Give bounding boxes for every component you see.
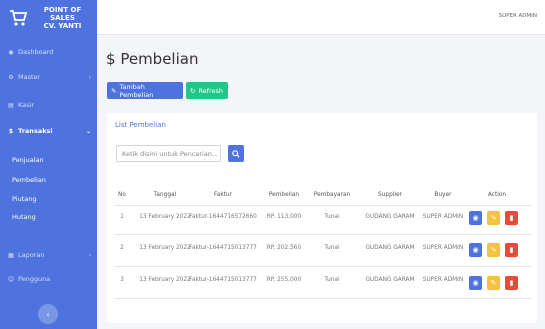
sidebar-subitem-hutang[interactable]: Hutang bbox=[12, 211, 36, 223]
col-header-no: No bbox=[118, 192, 126, 198]
col-header-pembayaran: Pembayaran bbox=[313, 192, 351, 198]
sidebar-item-dashboard[interactable]: ◉ Dashboard bbox=[0, 45, 97, 59]
col-header-action: Action bbox=[487, 192, 507, 198]
sidebar-item-master[interactable]: ⚙ Master › bbox=[0, 70, 97, 84]
cart-icon bbox=[10, 10, 28, 26]
pembelian-list-card: List Pembelian Ketik disini untuk Pencar… bbox=[107, 113, 537, 323]
edit-button[interactable]: ✎ bbox=[487, 276, 500, 290]
sidebar-item-kasir[interactable]: ▤ Kasir bbox=[0, 98, 97, 112]
eye-icon: ◉ bbox=[472, 279, 479, 287]
edit-square-icon: ✎ bbox=[111, 86, 117, 95]
delete-button[interactable]: ▮ bbox=[505, 211, 518, 225]
chevron-right-icon: › bbox=[88, 73, 91, 81]
sidebar-toggle-button[interactable]: ‹ bbox=[38, 304, 58, 324]
brand[interactable]: POINT OF SALES CV. YANTI bbox=[0, 0, 97, 36]
chevron-down-icon: ⌄ bbox=[85, 127, 91, 135]
pencil-icon: ✎ bbox=[490, 246, 497, 254]
sidebar-subitem-pembelian[interactable]: Pembelian bbox=[12, 174, 46, 186]
delete-button[interactable]: ▮ bbox=[505, 276, 518, 290]
trash-icon: ▮ bbox=[509, 214, 514, 222]
eye-icon: ◉ bbox=[472, 214, 479, 222]
table-divider bbox=[114, 205, 532, 206]
edit-button[interactable]: ✎ bbox=[487, 211, 500, 225]
sidebar-item-laporan[interactable]: ▦ Laporan › bbox=[0, 248, 97, 262]
user-menu[interactable]: SUPER ADMIN bbox=[499, 13, 537, 19]
user-icon: ☺ bbox=[7, 275, 15, 283]
page-title: $ Pembelian bbox=[106, 50, 199, 68]
card-title: List Pembelian bbox=[115, 121, 166, 129]
dashboard-icon: ◉ bbox=[8, 48, 14, 56]
refresh-icon: ↻ bbox=[190, 86, 196, 95]
view-button[interactable]: ◉ bbox=[469, 276, 482, 290]
view-button[interactable]: ◉ bbox=[469, 243, 482, 257]
cashier-icon: ▤ bbox=[8, 101, 14, 109]
search-button[interactable] bbox=[228, 145, 244, 162]
table-divider bbox=[114, 298, 532, 299]
pencil-icon: ✎ bbox=[490, 279, 497, 287]
trash-icon: ▮ bbox=[509, 246, 514, 254]
add-pembelian-button[interactable]: ✎ Tambah Pembelian bbox=[107, 82, 183, 99]
topbar: SUPER ADMIN bbox=[97, 0, 545, 35]
sidebar-subitem-penjualan[interactable]: Penjualan bbox=[12, 154, 44, 166]
search-icon bbox=[232, 149, 240, 158]
sidebar-item-pengguna[interactable]: ☺ Pengguna bbox=[0, 272, 97, 286]
dollar-icon: $ bbox=[106, 50, 116, 68]
table-divider bbox=[114, 266, 532, 267]
search-input[interactable]: Ketik disini untuk Pencarian... bbox=[116, 145, 221, 162]
sidebar: POINT OF SALES CV. YANTI ◉ Dashboard ⚙ M… bbox=[0, 0, 97, 329]
col-header-tanggal: Tanggal bbox=[153, 192, 177, 198]
dollar-icon: $ bbox=[8, 127, 14, 135]
col-header-buyer: Buyer bbox=[434, 192, 452, 198]
view-button[interactable]: ◉ bbox=[469, 211, 482, 225]
sidebar-item-transaksi[interactable]: $ Transaksi ⌄ bbox=[0, 124, 97, 138]
pencil-icon: ✎ bbox=[490, 214, 497, 222]
eye-icon: ◉ bbox=[472, 246, 479, 254]
gear-icon: ⚙ bbox=[8, 73, 14, 81]
table-divider bbox=[114, 234, 532, 235]
edit-button[interactable]: ✎ bbox=[487, 243, 500, 257]
col-header-pembelian: Pembelian bbox=[268, 192, 300, 198]
col-header-supplier: Supplier bbox=[378, 192, 402, 198]
report-icon: ▦ bbox=[8, 251, 14, 259]
refresh-button[interactable]: ↻ Refresh bbox=[186, 82, 228, 99]
trash-icon: ▮ bbox=[509, 279, 514, 287]
brand-text: POINT OF SALES CV. YANTI bbox=[43, 6, 82, 30]
col-header-faktur: Faktur bbox=[213, 192, 233, 198]
sidebar-subitem-piutang[interactable]: Piutang bbox=[12, 193, 36, 205]
delete-button[interactable]: ▮ bbox=[505, 243, 518, 257]
chevron-right-icon: › bbox=[88, 251, 91, 259]
